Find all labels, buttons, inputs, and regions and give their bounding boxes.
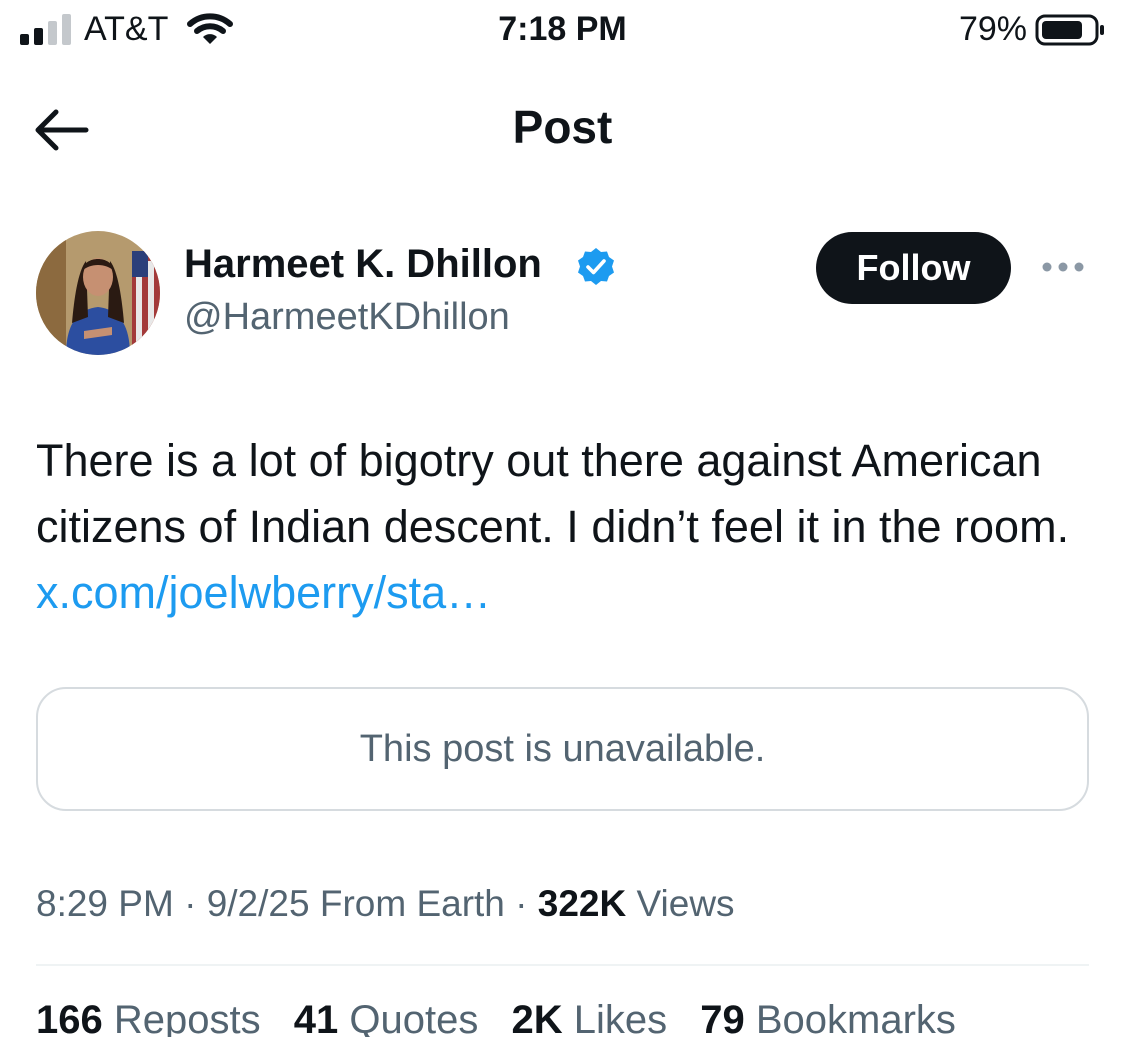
stat-reposts[interactable]: 166 Reposts [36, 998, 261, 1037]
battery-percentage: 79% [958, 10, 1027, 48]
stat-count: 79 [700, 998, 745, 1037]
stat-label: Likes [573, 998, 668, 1037]
follow-button[interactable]: Follow [816, 232, 1011, 304]
page-title: Post [512, 101, 613, 153]
post-link[interactable]: x.com/joelwberry/sta… [36, 567, 491, 618]
post-text: There is a lot of bigotry out there agai… [36, 428, 1096, 626]
meta-separator: · [515, 883, 538, 924]
stat-label: Quotes [349, 998, 479, 1037]
views-label: Views [636, 883, 735, 924]
verified-badge-icon [578, 248, 614, 285]
header: Post [0, 90, 1125, 170]
post-date[interactable]: 9/2/25 [207, 883, 310, 924]
status-bar: AT&T 7:18 PM 79% [0, 0, 1125, 68]
stat-count: 166 [36, 998, 103, 1037]
screen: AT&T 7:18 PM 79% Post Harmeet K. Dhillon… [0, 0, 1125, 1037]
more-options-icon[interactable] [1040, 258, 1086, 276]
status-time: 7:18 PM [498, 10, 627, 48]
post-meta: 8:29 PM · 9/2/25 From Earth · 322K Views [36, 883, 735, 925]
unavailable-post-card: This post is unavailable. [36, 687, 1089, 811]
divider [36, 964, 1089, 966]
post-body: There is a lot of bigotry out there agai… [36, 435, 1070, 552]
engagement-stats: 166 Reposts 41 Quotes 2K Likes 79 Bookma… [36, 998, 978, 1037]
stat-count: 41 [293, 998, 339, 1037]
avatar[interactable] [36, 231, 160, 355]
post-time[interactable]: 8:29 PM [36, 883, 174, 924]
views-count: 322K [537, 883, 627, 924]
stat-label: Reposts [113, 998, 261, 1037]
stat-likes[interactable]: 2K Likes [511, 998, 667, 1037]
stat-label: Bookmarks [755, 998, 956, 1037]
author-name[interactable]: Harmeet K. Dhillon [184, 242, 542, 287]
stat-quotes[interactable]: 41 Quotes [294, 998, 479, 1037]
stat-count: 2K [511, 998, 563, 1037]
battery-icon [1035, 14, 1104, 46]
unavailable-message: This post is unavailable. [359, 727, 766, 770]
meta-separator: · [184, 883, 207, 924]
author-handle[interactable]: @HarmeetKDhillon [184, 296, 510, 339]
stat-bookmarks[interactable]: 79 Bookmarks [700, 998, 956, 1037]
post-location: From Earth [319, 883, 505, 924]
